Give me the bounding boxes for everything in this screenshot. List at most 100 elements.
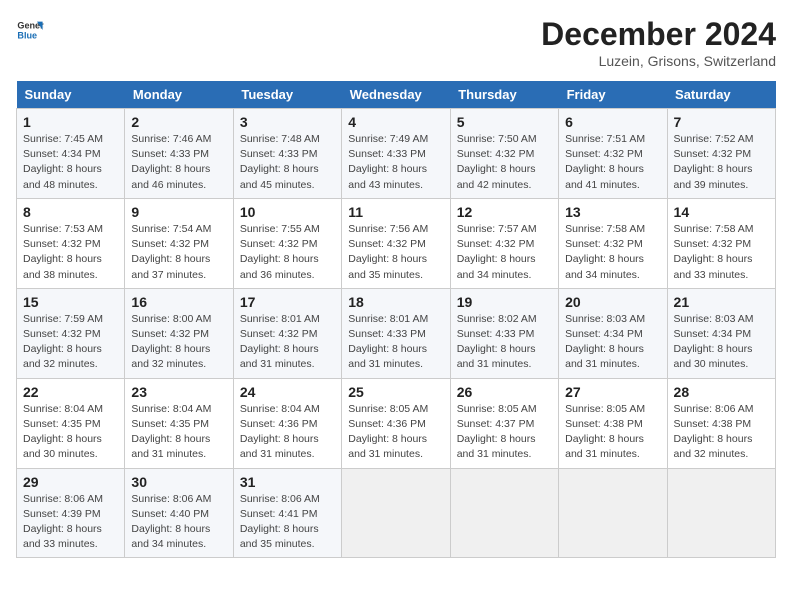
- day-info: Sunrise: 7:50 AMSunset: 4:32 PMDaylight:…: [457, 132, 552, 193]
- calendar-cell: 7 Sunrise: 7:52 AMSunset: 4:32 PMDayligh…: [667, 109, 775, 199]
- calendar-cell: 8 Sunrise: 7:53 AMSunset: 4:32 PMDayligh…: [17, 198, 125, 288]
- calendar-cell: 16 Sunrise: 8:00 AMSunset: 4:32 PMDaylig…: [125, 288, 233, 378]
- title-block: December 2024 Luzein, Grisons, Switzerla…: [541, 16, 776, 69]
- day-number: 31: [240, 474, 335, 490]
- calendar-cell: [450, 468, 558, 558]
- calendar-cell: 11 Sunrise: 7:56 AMSunset: 4:32 PMDaylig…: [342, 198, 450, 288]
- day-info: Sunrise: 8:04 AMSunset: 4:35 PMDaylight:…: [131, 402, 226, 463]
- day-number: 8: [23, 204, 118, 220]
- calendar-header-row: SundayMondayTuesdayWednesdayThursdayFrid…: [17, 81, 776, 109]
- calendar-cell: 3 Sunrise: 7:48 AMSunset: 4:33 PMDayligh…: [233, 109, 341, 199]
- day-number: 14: [674, 204, 769, 220]
- calendar-cell: 9 Sunrise: 7:54 AMSunset: 4:32 PMDayligh…: [125, 198, 233, 288]
- day-number: 23: [131, 384, 226, 400]
- day-info: Sunrise: 8:02 AMSunset: 4:33 PMDaylight:…: [457, 312, 552, 373]
- col-header-friday: Friday: [559, 81, 667, 109]
- col-header-monday: Monday: [125, 81, 233, 109]
- calendar-cell: 5 Sunrise: 7:50 AMSunset: 4:32 PMDayligh…: [450, 109, 558, 199]
- day-number: 30: [131, 474, 226, 490]
- day-number: 1: [23, 114, 118, 130]
- col-header-sunday: Sunday: [17, 81, 125, 109]
- day-info: Sunrise: 8:05 AMSunset: 4:38 PMDaylight:…: [565, 402, 660, 463]
- col-header-thursday: Thursday: [450, 81, 558, 109]
- day-info: Sunrise: 7:57 AMSunset: 4:32 PMDaylight:…: [457, 222, 552, 283]
- calendar-cell: 23 Sunrise: 8:04 AMSunset: 4:35 PMDaylig…: [125, 378, 233, 468]
- day-info: Sunrise: 7:58 AMSunset: 4:32 PMDaylight:…: [565, 222, 660, 283]
- day-info: Sunrise: 8:06 AMSunset: 4:39 PMDaylight:…: [23, 492, 118, 553]
- svg-text:Blue: Blue: [17, 30, 37, 40]
- day-number: 18: [348, 294, 443, 310]
- calendar-cell: 14 Sunrise: 7:58 AMSunset: 4:32 PMDaylig…: [667, 198, 775, 288]
- calendar-cell: 21 Sunrise: 8:03 AMSunset: 4:34 PMDaylig…: [667, 288, 775, 378]
- col-header-wednesday: Wednesday: [342, 81, 450, 109]
- day-info: Sunrise: 8:06 AMSunset: 4:38 PMDaylight:…: [674, 402, 769, 463]
- day-number: 24: [240, 384, 335, 400]
- logo-icon: General Blue: [16, 16, 44, 44]
- col-header-saturday: Saturday: [667, 81, 775, 109]
- day-number: 3: [240, 114, 335, 130]
- calendar-cell: 30 Sunrise: 8:06 AMSunset: 4:40 PMDaylig…: [125, 468, 233, 558]
- day-info: Sunrise: 7:45 AMSunset: 4:34 PMDaylight:…: [23, 132, 118, 193]
- day-info: Sunrise: 7:58 AMSunset: 4:32 PMDaylight:…: [674, 222, 769, 283]
- day-info: Sunrise: 8:03 AMSunset: 4:34 PMDaylight:…: [565, 312, 660, 373]
- calendar-week-4: 22 Sunrise: 8:04 AMSunset: 4:35 PMDaylig…: [17, 378, 776, 468]
- calendar-cell: [342, 468, 450, 558]
- day-info: Sunrise: 7:59 AMSunset: 4:32 PMDaylight:…: [23, 312, 118, 373]
- day-info: Sunrise: 7:55 AMSunset: 4:32 PMDaylight:…: [240, 222, 335, 283]
- day-info: Sunrise: 7:51 AMSunset: 4:32 PMDaylight:…: [565, 132, 660, 193]
- calendar-cell: 4 Sunrise: 7:49 AMSunset: 4:33 PMDayligh…: [342, 109, 450, 199]
- day-info: Sunrise: 7:54 AMSunset: 4:32 PMDaylight:…: [131, 222, 226, 283]
- calendar-cell: [559, 468, 667, 558]
- calendar-week-3: 15 Sunrise: 7:59 AMSunset: 4:32 PMDaylig…: [17, 288, 776, 378]
- day-info: Sunrise: 8:06 AMSunset: 4:41 PMDaylight:…: [240, 492, 335, 553]
- calendar-week-5: 29 Sunrise: 8:06 AMSunset: 4:39 PMDaylig…: [17, 468, 776, 558]
- day-number: 5: [457, 114, 552, 130]
- day-number: 11: [348, 204, 443, 220]
- calendar-cell: 13 Sunrise: 7:58 AMSunset: 4:32 PMDaylig…: [559, 198, 667, 288]
- day-info: Sunrise: 8:05 AMSunset: 4:37 PMDaylight:…: [457, 402, 552, 463]
- day-info: Sunrise: 8:00 AMSunset: 4:32 PMDaylight:…: [131, 312, 226, 373]
- day-number: 22: [23, 384, 118, 400]
- calendar-cell: 24 Sunrise: 8:04 AMSunset: 4:36 PMDaylig…: [233, 378, 341, 468]
- calendar-cell: 29 Sunrise: 8:06 AMSunset: 4:39 PMDaylig…: [17, 468, 125, 558]
- calendar-cell: 28 Sunrise: 8:06 AMSunset: 4:38 PMDaylig…: [667, 378, 775, 468]
- calendar-cell: 10 Sunrise: 7:55 AMSunset: 4:32 PMDaylig…: [233, 198, 341, 288]
- day-number: 17: [240, 294, 335, 310]
- calendar-cell: 19 Sunrise: 8:02 AMSunset: 4:33 PMDaylig…: [450, 288, 558, 378]
- day-info: Sunrise: 8:01 AMSunset: 4:32 PMDaylight:…: [240, 312, 335, 373]
- day-info: Sunrise: 8:04 AMSunset: 4:35 PMDaylight:…: [23, 402, 118, 463]
- day-info: Sunrise: 7:53 AMSunset: 4:32 PMDaylight:…: [23, 222, 118, 283]
- day-info: Sunrise: 7:52 AMSunset: 4:32 PMDaylight:…: [674, 132, 769, 193]
- calendar-cell: 18 Sunrise: 8:01 AMSunset: 4:33 PMDaylig…: [342, 288, 450, 378]
- day-number: 12: [457, 204, 552, 220]
- day-info: Sunrise: 8:03 AMSunset: 4:34 PMDaylight:…: [674, 312, 769, 373]
- calendar-cell: 17 Sunrise: 8:01 AMSunset: 4:32 PMDaylig…: [233, 288, 341, 378]
- calendar-cell: 27 Sunrise: 8:05 AMSunset: 4:38 PMDaylig…: [559, 378, 667, 468]
- page-header: General Blue December 2024 Luzein, Griso…: [16, 16, 776, 69]
- day-number: 20: [565, 294, 660, 310]
- day-number: 16: [131, 294, 226, 310]
- day-number: 21: [674, 294, 769, 310]
- day-number: 6: [565, 114, 660, 130]
- day-info: Sunrise: 7:46 AMSunset: 4:33 PMDaylight:…: [131, 132, 226, 193]
- calendar-cell: 6 Sunrise: 7:51 AMSunset: 4:32 PMDayligh…: [559, 109, 667, 199]
- day-number: 15: [23, 294, 118, 310]
- day-number: 10: [240, 204, 335, 220]
- day-number: 13: [565, 204, 660, 220]
- calendar-cell: 15 Sunrise: 7:59 AMSunset: 4:32 PMDaylig…: [17, 288, 125, 378]
- day-info: Sunrise: 8:04 AMSunset: 4:36 PMDaylight:…: [240, 402, 335, 463]
- calendar-cell: 1 Sunrise: 7:45 AMSunset: 4:34 PMDayligh…: [17, 109, 125, 199]
- calendar-cell: 12 Sunrise: 7:57 AMSunset: 4:32 PMDaylig…: [450, 198, 558, 288]
- day-number: 26: [457, 384, 552, 400]
- day-number: 2: [131, 114, 226, 130]
- calendar-cell: [667, 468, 775, 558]
- day-number: 29: [23, 474, 118, 490]
- calendar-cell: 31 Sunrise: 8:06 AMSunset: 4:41 PMDaylig…: [233, 468, 341, 558]
- day-info: Sunrise: 8:06 AMSunset: 4:40 PMDaylight:…: [131, 492, 226, 553]
- calendar-cell: 2 Sunrise: 7:46 AMSunset: 4:33 PMDayligh…: [125, 109, 233, 199]
- calendar-week-2: 8 Sunrise: 7:53 AMSunset: 4:32 PMDayligh…: [17, 198, 776, 288]
- day-info: Sunrise: 7:49 AMSunset: 4:33 PMDaylight:…: [348, 132, 443, 193]
- day-info: Sunrise: 7:56 AMSunset: 4:32 PMDaylight:…: [348, 222, 443, 283]
- day-number: 19: [457, 294, 552, 310]
- location: Luzein, Grisons, Switzerland: [541, 53, 776, 69]
